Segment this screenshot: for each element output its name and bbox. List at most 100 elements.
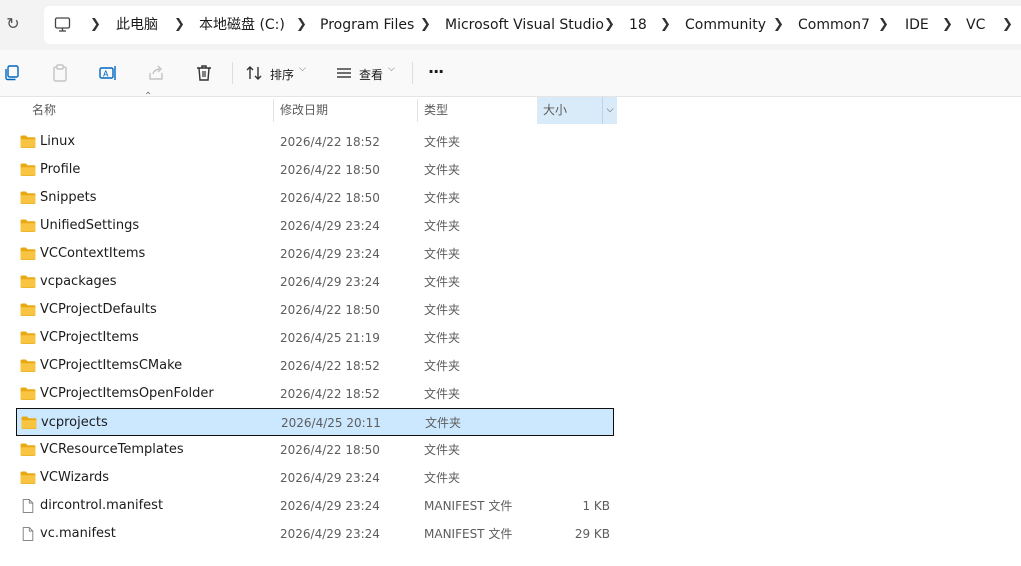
file-modified: 2026/4/22 18:50 bbox=[280, 303, 380, 317]
folder-row[interactable]: Linux 2026/4/22 18:52 文件夹 bbox=[16, 128, 614, 156]
file-modified: 2026/4/29 23:24 bbox=[280, 527, 380, 541]
view-icon[interactable] bbox=[334, 63, 354, 83]
folder-icon bbox=[20, 135, 36, 148]
folder-row[interactable]: VCProjectItemsCMake 2026/4/22 18:52 文件夹 bbox=[16, 352, 614, 380]
file-modified: 2026/4/22 18:50 bbox=[280, 443, 380, 457]
file-type: 文件夹 bbox=[424, 387, 461, 401]
breadcrumb-common7[interactable]: Common7 bbox=[798, 16, 870, 34]
file-modified: 2026/4/29 23:24 bbox=[280, 219, 380, 233]
chevron-down-icon[interactable]: ⌵ bbox=[388, 64, 395, 74]
column-name[interactable]: 名称 bbox=[32, 97, 56, 124]
more-icon[interactable]: ··· bbox=[428, 62, 444, 81]
file-name: Snippets bbox=[40, 190, 97, 205]
file-type: 文件夹 bbox=[424, 471, 461, 485]
folder-row[interactable]: Snippets 2026/4/22 18:50 文件夹 bbox=[16, 184, 614, 212]
column-type[interactable]: 类型 bbox=[424, 97, 448, 124]
view-button[interactable]: 查看 bbox=[359, 66, 383, 83]
refresh-icon[interactable]: ↻ bbox=[4, 14, 22, 34]
column-size[interactable]: 大小 ⌵ bbox=[537, 97, 617, 124]
file-name: VCResourceTemplates bbox=[40, 442, 184, 457]
folder-row[interactable]: VCProjectItemsOpenFolder 2026/4/22 18:52 文… bbox=[16, 380, 614, 408]
breadcrumb-chevron-icon[interactable]: ❯ bbox=[660, 16, 671, 34]
file-name: VCProjectItemsOpenFolder bbox=[40, 386, 214, 401]
paste-icon[interactable] bbox=[50, 63, 70, 83]
sort-ascending-icon: ⌃ bbox=[144, 91, 153, 102]
folder-icon bbox=[20, 331, 36, 344]
folder-row[interactable]: vcprojects 2026/4/25 20:11 文件夹 bbox=[16, 408, 614, 436]
folder-row[interactable]: VCWizards 2026/4/29 23:24 文件夹 bbox=[16, 464, 614, 492]
breadcrumb-chevron-icon[interactable]: ❯ bbox=[773, 16, 784, 34]
file-modified: 2026/4/22 18:50 bbox=[280, 163, 380, 177]
breadcrumb-chevron-icon[interactable]: ❯ bbox=[604, 16, 615, 34]
breadcrumb-ide[interactable]: IDE bbox=[905, 16, 929, 34]
folder-row[interactable]: UnifiedSettings 2026/4/29 23:24 文件夹 bbox=[16, 212, 614, 240]
folder-icon bbox=[20, 443, 36, 456]
file-icon bbox=[21, 498, 37, 513]
folder-icon bbox=[20, 219, 36, 232]
command-bar: A 排序 ⌵ 查看 ⌵ ··· bbox=[0, 50, 1021, 97]
file-type: 文件夹 bbox=[424, 191, 461, 205]
breadcrumb-local-disk[interactable]: 本地磁盘 (C:) bbox=[199, 16, 285, 34]
file-name: VCContextItems bbox=[40, 246, 146, 261]
file-row[interactable]: dircontrol.manifest 2026/4/29 23:24 MANIFE… bbox=[16, 492, 614, 520]
breadcrumb-chevron-icon[interactable]: ❯ bbox=[878, 16, 889, 34]
breadcrumb-chevron-icon[interactable]: ❯ bbox=[942, 16, 953, 34]
breadcrumb-community[interactable]: Community bbox=[685, 16, 766, 34]
breadcrumb-program-files[interactable]: Program Files bbox=[320, 16, 414, 34]
breadcrumb-visual-studio[interactable]: Microsoft Visual Studio bbox=[445, 16, 604, 34]
column-divider[interactable] bbox=[417, 99, 418, 122]
file-type: MANIFEST 文件 bbox=[424, 527, 513, 541]
breadcrumb-vc[interactable]: VC bbox=[966, 16, 985, 34]
file-name: UnifiedSettings bbox=[40, 218, 140, 233]
computer-icon[interactable] bbox=[54, 16, 71, 33]
file-modified: 2026/4/25 21:19 bbox=[280, 331, 380, 345]
breadcrumb-chevron-icon[interactable]: ❯ bbox=[420, 16, 431, 34]
file-name: Linux bbox=[40, 134, 76, 149]
file-name: VCProjectDefaults bbox=[40, 302, 157, 317]
file-type: 文件夹 bbox=[424, 303, 461, 317]
folder-row[interactable]: VCProjectItems 2026/4/25 21:19 文件夹 bbox=[16, 324, 614, 352]
column-divider[interactable] bbox=[273, 99, 274, 122]
breadcrumb-chevron-icon[interactable]: ❯ bbox=[296, 16, 307, 34]
file-row[interactable]: vc.manifest 2026/4/29 23:24 MANIFEST 文件 29 … bbox=[16, 520, 614, 548]
folder-icon bbox=[20, 303, 36, 316]
file-modified: 2026/4/22 18:50 bbox=[280, 191, 380, 205]
chevron-down-icon[interactable]: ⌵ bbox=[299, 64, 306, 74]
folder-row[interactable]: Profile 2026/4/22 18:50 文件夹 bbox=[16, 156, 614, 184]
column-modified[interactable]: 修改日期 bbox=[280, 97, 328, 124]
file-name: vcpackages bbox=[40, 274, 117, 289]
file-type: 文件夹 bbox=[424, 331, 461, 345]
breadcrumb[interactable]: ❯ 此电脑 ❯ 本地磁盘 (C:) ❯ Program Files ❯ Micr… bbox=[44, 6, 1021, 44]
folder-icon bbox=[20, 247, 36, 260]
file-type: 文件夹 bbox=[424, 163, 461, 177]
breadcrumb-chevron-icon[interactable]: ❯ bbox=[1002, 16, 1013, 34]
file-type: 文件夹 bbox=[424, 443, 461, 457]
folder-icon bbox=[20, 275, 36, 288]
folder-icon bbox=[20, 471, 36, 484]
breadcrumb-chevron-icon[interactable]: ❯ bbox=[174, 16, 185, 34]
breadcrumb-this-pc[interactable]: 此电脑 bbox=[116, 16, 158, 34]
folder-row[interactable]: vcpackages 2026/4/29 23:24 文件夹 bbox=[16, 268, 614, 296]
folder-row[interactable]: VCProjectDefaults 2026/4/22 18:50 文件夹 bbox=[16, 296, 614, 324]
file-modified: 2026/4/25 20:11 bbox=[281, 416, 381, 430]
file-modified: 2026/4/29 23:24 bbox=[280, 499, 380, 513]
column-size-label: 大小 bbox=[543, 103, 568, 117]
file-type: 文件夹 bbox=[424, 275, 461, 289]
chevron-down-icon[interactable]: ⌵ bbox=[602, 97, 617, 124]
sort-button[interactable]: 排序 bbox=[270, 66, 294, 83]
folder-icon bbox=[20, 163, 36, 176]
copy-icon[interactable] bbox=[2, 63, 22, 83]
svg-text:A: A bbox=[103, 70, 109, 79]
breadcrumb-18[interactable]: 18 bbox=[629, 16, 647, 34]
sort-icon[interactable] bbox=[244, 63, 264, 83]
file-name: dircontrol.manifest bbox=[40, 498, 164, 513]
breadcrumb-chevron-icon[interactable]: ❯ bbox=[90, 16, 101, 34]
folder-row[interactable]: VCContextItems 2026/4/29 23:24 文件夹 bbox=[16, 240, 614, 268]
folder-row[interactable]: VCResourceTemplates 2026/4/22 18:50 文件夹 bbox=[16, 436, 614, 464]
share-icon[interactable] bbox=[146, 63, 166, 83]
delete-icon[interactable] bbox=[194, 63, 214, 83]
file-icon bbox=[21, 526, 37, 541]
rename-icon[interactable]: A bbox=[98, 63, 118, 83]
file-type: 文件夹 bbox=[425, 416, 462, 430]
file-modified: 2026/4/29 23:24 bbox=[280, 275, 380, 289]
